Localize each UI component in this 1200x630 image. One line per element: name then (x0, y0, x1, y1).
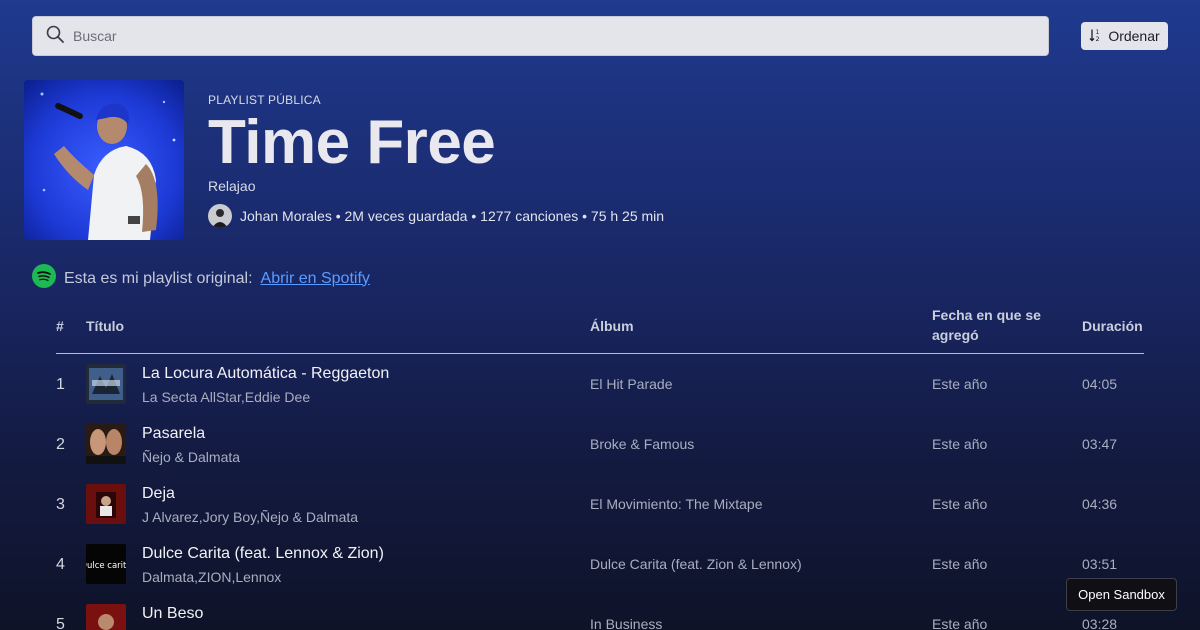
track-album[interactable]: El Movimiento: The Mixtape (590, 496, 762, 512)
table-row[interactable]: 3 Deja J Alvarez,Jory Boy,Ñejo & Dalmata… (56, 474, 1144, 534)
track-duration: 04:36 (1082, 496, 1118, 512)
tracks-table: # Título Álbum Fecha en que se agregó Du… (56, 296, 1144, 630)
sort-button[interactable]: 12 Ordenar (1081, 22, 1168, 50)
track-date-added: Este año (932, 376, 988, 392)
track-title[interactable]: Dulce Carita (feat. Lennox & Zion) (142, 545, 384, 563)
sort-button-label: Ordenar (1108, 28, 1160, 44)
track-number: 2 (56, 436, 65, 453)
owner-avatar[interactable] (208, 204, 232, 228)
top-bar: 12 Ordenar (32, 16, 1168, 56)
original-note-text: Esta es mi playlist original: (64, 269, 253, 287)
track-date-added: Este año (932, 496, 988, 512)
track-album[interactable]: In Business (590, 616, 662, 630)
track-title[interactable]: La Locura Automática - Reggaeton (142, 365, 389, 383)
track-date-added: Este año (932, 616, 988, 630)
table-row[interactable]: 4 Dulce carita Dulce Carita (feat. Lenno… (56, 534, 1144, 594)
column-added-line2[interactable]: agregó (932, 327, 979, 343)
track-number: 3 (56, 496, 65, 513)
original-playlist-note: Esta es mi playlist original: Abrir en S… (32, 264, 370, 293)
track-cover: Dulce carita (86, 544, 126, 584)
track-duration: 04:05 (1082, 376, 1118, 392)
track-artists[interactable]: Dalmata,ZION,Lennox (142, 569, 281, 585)
table-row[interactable]: 2 Pasarela Ñejo & Dalmata Broke & Famous… (56, 414, 1144, 474)
track-artists[interactable]: Ñejo & Dalmata (142, 449, 240, 465)
track-duration: 03:51 (1082, 556, 1118, 572)
open-sandbox-button[interactable]: Open Sandbox (1066, 578, 1177, 611)
table-row[interactable]: 1 La Locura Automática - Reggaeton La Se… (56, 354, 1144, 414)
column-title[interactable]: Título (86, 318, 124, 334)
track-title[interactable]: Deja (142, 485, 175, 503)
track-album[interactable]: Dulce Carita (feat. Zion & Lennox) (590, 556, 802, 572)
open-in-spotify-link[interactable]: Abrir en Spotify (261, 270, 370, 288)
table-header: # Título Álbum Fecha en que se agregó Du… (56, 296, 1144, 354)
track-cover (86, 604, 126, 630)
table-row[interactable]: 5 Un Beso In Business Este año 03:28 (56, 594, 1144, 630)
column-duration[interactable]: Duración (1082, 318, 1143, 334)
track-number: 1 (56, 376, 65, 393)
track-date-added: Este año (932, 436, 988, 452)
sort-ascending-icon: 12 (1089, 28, 1103, 45)
track-cover (86, 424, 126, 464)
track-artists[interactable]: La Secta AllStar,Eddie Dee (142, 389, 310, 405)
playlist-cover (24, 80, 184, 240)
search-input[interactable] (73, 28, 973, 44)
track-number: 4 (56, 556, 65, 573)
playlist-type-label: PLAYLIST PÚBLICA (208, 93, 321, 107)
svg-text:2: 2 (1096, 35, 1100, 42)
track-artists[interactable]: J Alvarez,Jory Boy,Ñejo & Dalmata (142, 509, 358, 525)
track-album[interactable]: Broke & Famous (590, 436, 694, 452)
spotify-icon (32, 264, 56, 293)
track-date-added: Este año (932, 556, 988, 572)
track-cover (86, 484, 126, 524)
column-added-line1[interactable]: Fecha en que se (932, 307, 1041, 323)
playlist-owner-line: Johan Morales • 2M veces guardada • 1277… (208, 204, 664, 228)
track-cover (86, 364, 126, 404)
track-duration: 03:28 (1082, 616, 1118, 630)
search-icon (45, 24, 65, 49)
playlist-title: Time Free (208, 108, 496, 177)
playlist-description: Relajao (208, 178, 256, 194)
track-title[interactable]: Un Beso (142, 605, 203, 623)
column-number: # (56, 318, 64, 334)
column-album[interactable]: Álbum (590, 318, 634, 334)
search-bar[interactable] (32, 16, 1049, 56)
track-duration: 03:47 (1082, 436, 1118, 452)
track-number: 5 (56, 616, 65, 630)
track-album[interactable]: El Hit Parade (590, 376, 672, 392)
track-cover-text: Dulce carita (86, 561, 126, 571)
track-title[interactable]: Pasarela (142, 425, 205, 443)
owner-stats: Johan Morales • 2M veces guardada • 1277… (240, 208, 665, 224)
